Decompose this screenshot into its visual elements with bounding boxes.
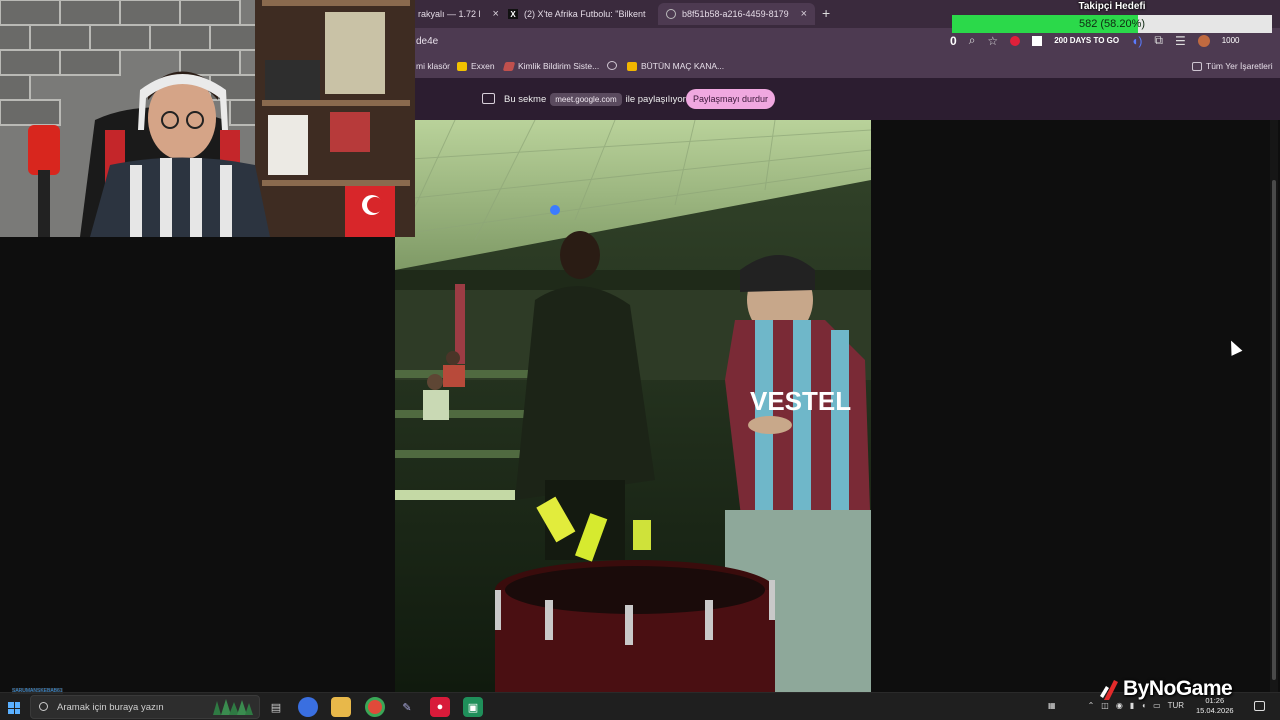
scrollbar[interactable] — [1270, 120, 1278, 692]
profile-count: 1000 — [1221, 36, 1240, 45]
bookmark-label: BÜTÜN MAÇ KANA... — [641, 61, 725, 71]
browser-tab-active[interactable]: b8f51b58-a216-4459-8179 × — [658, 3, 816, 25]
pen-app-icon[interactable]: ✎ — [397, 697, 417, 717]
reading-list-icon[interactable]: ☰ — [1175, 34, 1186, 48]
screen-share-icon — [482, 93, 495, 104]
new-tab-button[interactable]: + — [822, 5, 830, 21]
folder-icon — [1192, 61, 1202, 71]
webcam-overlay — [0, 0, 415, 237]
tab-title: b8f51b58-a216-4459-8179 — [682, 9, 789, 19]
bookmark-item[interactable]: Exxen — [457, 61, 495, 71]
audio-icon[interactable]: ◖) — [1131, 34, 1142, 48]
volume-icon[interactable]: ◖ — [1141, 701, 1146, 710]
record-app-icon[interactable]: ● — [430, 697, 450, 717]
search-placeholder: Aramak için buraya yazın — [57, 702, 164, 713]
sharing-suffix: ile paylaşılıyor — [625, 94, 686, 105]
follower-goal-widget: Takipçi Hedefi 582 (58.20%) — [952, 0, 1272, 34]
chrome-icon[interactable] — [365, 697, 385, 717]
url-text[interactable]: de4e — [416, 36, 438, 47]
x-logo-icon: X — [508, 9, 518, 19]
bookmark-star-icon[interactable]: ☆ — [987, 34, 998, 48]
windows-start-icon[interactable] — [8, 702, 20, 714]
network-icon[interactable]: ◉ — [1116, 701, 1123, 710]
clock-date: 15.04.2026 — [1196, 706, 1234, 715]
jersey-text: VESTEL — [750, 386, 851, 416]
bookmark-favicon-icon — [502, 61, 516, 71]
sharing-message: Bu sekme meet.google.com ile paylaşılıyo… — [504, 93, 686, 106]
toolbar-icons: 0 ⌕ ☆ 200 DAYS TO GO ◖) ⧉ ☰ 1000 — [950, 33, 1240, 48]
tab-title: (2) X'te Afrika Futbolu: "Bilkent — [524, 9, 646, 19]
sharing-prefix: Bu sekme — [504, 94, 547, 105]
system-tray: ▦ ⌃ ◫ ◉ ▮ ◖ ▭ TUR — [1048, 701, 1184, 710]
taskbar-search-box[interactable]: Aramak için buraya yazın — [30, 695, 260, 719]
widgets-icon[interactable]: ▦ — [1048, 701, 1056, 710]
shared-video-frame: VESTEL — [395, 120, 871, 692]
bookmark-label: Exxen — [471, 61, 495, 71]
windows-taskbar: Aramak için buraya yazın ▤ ✎ ● ▣ ▦ ⌃ ◫ ◉… — [0, 692, 1280, 720]
active-app-icon[interactable]: ▣ — [463, 697, 483, 717]
bynogame-logo-icon — [1100, 680, 1118, 700]
chevron-up-icon[interactable]: ⌃ — [1088, 701, 1095, 710]
bookmark-label: mi klasör — [416, 61, 451, 71]
extension-counter[interactable]: 0 — [950, 34, 957, 48]
bookmark-item[interactable] — [607, 61, 617, 70]
bookmark-label: Tüm Yer İşaretleri — [1206, 61, 1273, 71]
task-view-icon[interactable]: ▤ — [266, 697, 286, 717]
globe-icon — [666, 9, 676, 19]
stop-sharing-button[interactable]: Paylaşmayı durdur — [686, 89, 775, 109]
goal-progress-text: 582 (58.20%) — [1078, 18, 1146, 30]
all-bookmarks-button[interactable]: Tüm Yer İşaretleri — [1192, 61, 1273, 71]
video-scene: VESTEL — [395, 120, 871, 692]
zoom-icon[interactable]: ⌕ — [969, 33, 976, 48]
battery-icon[interactable]: ▮ — [1130, 701, 1134, 710]
language-indicator[interactable]: TUR — [1168, 701, 1184, 710]
tray-app-icon[interactable]: ◫ — [1101, 701, 1109, 710]
display-icon[interactable]: ▭ — [1153, 701, 1161, 710]
bookmark-item[interactable]: BÜTÜN MAÇ KANA... — [627, 61, 724, 71]
browser-tab[interactable]: rakyalı — 1.72 l × — [410, 3, 507, 25]
tab-close-icon[interactable]: × — [493, 8, 499, 20]
channel-watermark: ByNoGame — [1100, 677, 1233, 701]
search-icon — [39, 702, 48, 711]
goal-title: Takipçi Hedefi — [1078, 1, 1146, 12]
screen: rakyalı — 1.72 l × X (2) X'te Afrika Fut… — [0, 0, 1280, 720]
copilot-app-icon[interactable] — [298, 697, 318, 717]
scrollbar-thumb[interactable] — [1272, 180, 1276, 680]
webcam-scene — [0, 0, 415, 237]
bookmark-favicon-icon — [627, 61, 637, 71]
bookmark-item[interactable]: mi klasör — [416, 61, 450, 71]
search-highlight-trees-icon — [213, 699, 253, 715]
browser-tab[interactable]: X (2) X'te Afrika Futbolu: "Bilkent × — [500, 3, 672, 25]
extension-square-icon[interactable] — [1032, 35, 1043, 46]
sharing-host: meet.google.com — [550, 93, 622, 106]
profile-avatar[interactable] — [1197, 34, 1210, 47]
username-tag: SARUMANSKEBAB61 — [12, 688, 63, 694]
globe-icon — [607, 61, 617, 70]
notification-icon[interactable] — [1254, 701, 1265, 711]
bookmark-favicon-icon — [457, 61, 467, 71]
goal-progress-bar: 582 (58.20%) — [952, 15, 1272, 33]
extensions-puzzle-icon[interactable]: ⧉ — [1154, 33, 1163, 48]
bookmark-item[interactable]: Kimlik Bildirim Siste... — [502, 61, 600, 71]
days-to-go-extension[interactable]: 200 DAYS TO GO — [1054, 36, 1119, 45]
watermark-text: ByNoGame — [1123, 677, 1233, 700]
extension-record-icon[interactable] — [1010, 35, 1021, 46]
tab-close-icon[interactable]: × — [801, 8, 807, 20]
bookmark-label: Kimlik Bildirim Siste... — [518, 61, 600, 71]
file-explorer-icon[interactable] — [331, 697, 351, 717]
tab-title: rakyalı — 1.72 l — [418, 9, 481, 19]
